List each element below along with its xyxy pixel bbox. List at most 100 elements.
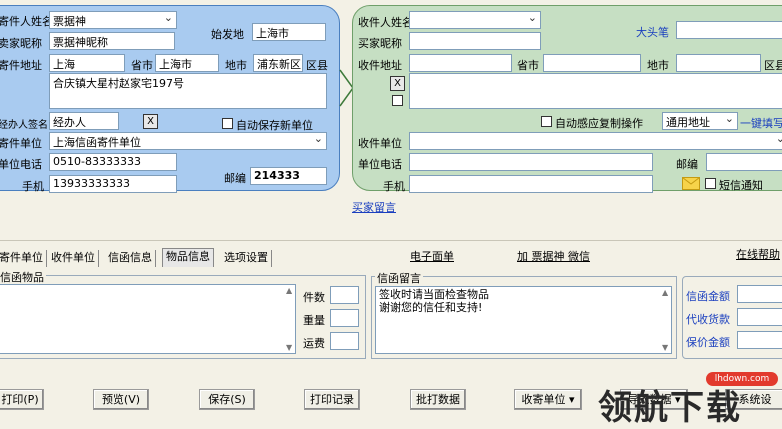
sender-name-value: 票据神 — [53, 15, 86, 28]
sender-unit-value: 上海信函寄件单位 — [53, 136, 141, 149]
receiver-detail-addr-textarea[interactable] — [409, 73, 782, 109]
receiver-phone-input[interactable] — [409, 153, 653, 171]
receiver-unit-select[interactable] — [409, 132, 782, 150]
sender-name-select[interactable]: 票据神 — [49, 11, 177, 29]
receiver-clear-button[interactable]: X — [390, 76, 405, 91]
autosave-label: 自动保存新单位 — [236, 119, 313, 132]
scroll-down-icon[interactable]: ▼ — [286, 343, 292, 352]
sender-clear-button[interactable]: X — [143, 114, 158, 129]
insured-amount-input[interactable] — [737, 331, 782, 349]
sender-unit-select[interactable]: 上海信函寄件单位 — [49, 132, 327, 150]
message-scroll-down-icon[interactable]: ▼ — [662, 343, 668, 352]
batch-data-button[interactable]: 批打数据 — [410, 389, 466, 410]
receiver-mobile-label: 手机 — [383, 180, 405, 193]
sender-unit-label: 寄件单位 — [0, 137, 42, 150]
sender-phone-label: 单位电话 — [0, 158, 42, 171]
online-help-link[interactable]: 在线帮助 — [736, 246, 780, 262]
tab-bar: 寄件单位 收件单位 信函信息 物品信息 选项设置 — [0, 248, 782, 268]
message-line-2: 谢谢您的信任和支持! — [379, 301, 483, 314]
one-click-fill-link[interactable]: 一键填写 — [740, 115, 782, 131]
items-group-title: 信函物品 — [0, 269, 46, 285]
autosave-checkbox[interactable] — [222, 118, 233, 129]
recv-unit-button[interactable]: 收寄单位 ▾ — [514, 389, 582, 410]
cod-amount-input[interactable] — [737, 308, 782, 326]
sender-province-input[interactable]: 上海市 — [155, 54, 219, 72]
letter-amount-input[interactable] — [737, 285, 782, 303]
tab-options[interactable]: 选项设置 — [221, 250, 272, 267]
handler-label: 经办人签名 — [0, 120, 48, 131]
sender-detail-addr-value: 合庆镇大星村赵家宅197号 — [53, 77, 184, 90]
sender-mobile-value: 13933333333 — [53, 177, 130, 190]
save-button[interactable]: 保存(S) — [199, 389, 255, 410]
sender-area-value: 浦东新区 — [257, 58, 301, 71]
sender-province-value: 上海市 — [159, 58, 192, 71]
sender-mobile-input[interactable]: 13933333333 — [49, 175, 177, 193]
print-button[interactable]: 打印(P) — [0, 389, 44, 410]
sender-district-label: 区县 — [306, 59, 328, 72]
message-line-1: 签收时请当面检查物品 — [379, 288, 489, 301]
sender-zip-label: 邮编 — [224, 172, 246, 185]
sms-checkbox[interactable] — [705, 178, 716, 189]
sender-mobile-label: 手机 — [22, 180, 44, 193]
sender-zip-value: 214333 — [254, 169, 300, 182]
receiver-province-label: 省市 — [517, 59, 539, 72]
ewaybill-link[interactable]: 电子面单 — [410, 248, 454, 264]
count-label: 件数 — [303, 291, 325, 304]
receiver-area-input[interactable] — [676, 54, 761, 72]
sender-addr-label: 寄件地址 — [0, 59, 42, 72]
tab-receiver-unit[interactable]: 收件单位 — [48, 250, 99, 267]
freight-input[interactable] — [330, 332, 359, 350]
sender-detail-addr-textarea[interactable]: 合庆镇大星村赵家宅197号 — [49, 73, 327, 109]
sms-label: 短信通知 — [719, 179, 763, 192]
receiver-area-label: 地市 — [647, 59, 669, 72]
receiver-district-label: 区县 — [764, 59, 782, 72]
tab-sender-unit[interactable]: 寄件单位 — [0, 250, 47, 267]
bignose-label: 大头笔 — [636, 26, 669, 39]
buyer-nick-input[interactable] — [409, 32, 541, 50]
receiver-zip-input[interactable] — [706, 153, 782, 171]
buyer-message-link[interactable]: 买家留言 — [352, 199, 396, 215]
add-wechat-link[interactable]: 加 票据神 微信 — [517, 248, 590, 264]
seller-nick-input[interactable]: 票据神昵称 — [49, 32, 175, 50]
cod-amount-label: 代收货款 — [686, 313, 730, 326]
sender-name-label: 寄件人姓名 — [0, 15, 53, 28]
dropdown-arrow-icon: ▾ — [568, 393, 575, 406]
items-textarea[interactable] — [0, 284, 296, 354]
buyer-nick-label: 买家昵称 — [358, 37, 402, 50]
message-textarea[interactable]: 签收时请当面检查物品 谢谢您的信任和支持! — [375, 286, 672, 354]
receiver-province-input[interactable] — [543, 54, 641, 72]
receiver-zip-label: 邮编 — [676, 158, 698, 171]
autosense-checkbox[interactable] — [541, 116, 552, 127]
count-input[interactable] — [330, 286, 359, 304]
scroll-up-icon[interactable]: ▲ — [286, 286, 292, 295]
bignose-input[interactable] — [676, 21, 782, 39]
sender-zip-input[interactable]: 214333 — [250, 167, 327, 185]
addr-type-select[interactable]: 通用地址 — [662, 112, 738, 130]
message-scroll-up-icon[interactable]: ▲ — [662, 288, 668, 297]
receiver-addr-input[interactable] — [409, 54, 512, 72]
sender-area-label: 地市 — [225, 59, 247, 72]
preview-button[interactable]: 预览(V) — [93, 389, 149, 410]
sender-addr-input[interactable]: 上海 — [49, 54, 125, 72]
weight-input[interactable] — [330, 309, 359, 327]
message-group-title: 信函留言 — [375, 270, 423, 286]
envelope-icon — [682, 177, 700, 190]
receiver-extra-checkbox[interactable] — [392, 95, 403, 106]
addr-type-value: 通用地址 — [666, 116, 710, 129]
tab-item-info[interactable]: 物品信息 — [162, 248, 214, 267]
sender-province-label: 省市 — [131, 59, 153, 72]
sender-phone-input[interactable]: 0510-83333333 — [49, 153, 177, 171]
weight-label: 重量 — [303, 314, 325, 327]
receiver-unit-label: 收件单位 — [358, 137, 402, 150]
seller-nick-label: 卖家昵称 — [0, 37, 42, 50]
handler-input[interactable]: 经办人 — [49, 112, 119, 130]
seller-nick-value: 票据神昵称 — [53, 36, 108, 49]
receiver-mobile-input[interactable] — [409, 175, 653, 193]
sender-area-input[interactable]: 浦东新区 — [253, 54, 303, 72]
print-record-button[interactable]: 打印记录 — [304, 389, 360, 410]
tab-letter-info[interactable]: 信函信息 — [105, 250, 156, 267]
receiver-addr-label: 收件地址 — [358, 59, 402, 72]
origin-input[interactable]: 上海市 — [252, 23, 326, 41]
receiver-name-select[interactable] — [409, 11, 541, 29]
handler-value: 经办人 — [53, 116, 86, 129]
